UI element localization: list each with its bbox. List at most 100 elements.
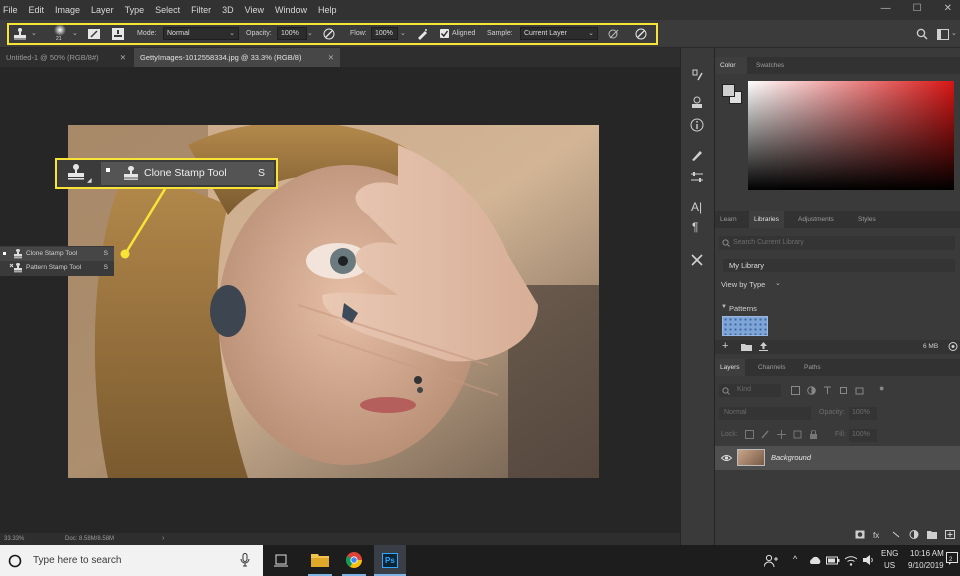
paragraph-icon[interactable]: ¶ <box>692 220 698 234</box>
language-indicator-bottom[interactable]: US <box>884 561 895 570</box>
menu-edit[interactable]: Edit <box>29 5 45 15</box>
menu-layer[interactable]: Layer <box>91 5 114 15</box>
foreground-background-swatch[interactable] <box>722 84 744 106</box>
clock-time[interactable]: 10:16 AM <box>910 549 944 558</box>
chrome-taskbar-button[interactable] <box>338 545 370 576</box>
menu-file[interactable]: File <box>3 5 18 15</box>
tab-color[interactable]: Color <box>715 57 747 74</box>
language-indicator-top[interactable]: ENG <box>881 549 898 558</box>
flyout-item-clone-stamp[interactable]: Clone Stamp Tool S <box>0 247 114 261</box>
tab-styles[interactable]: Styles <box>853 211 881 228</box>
wifi-icon <box>844 556 858 566</box>
clock-date[interactable]: 9/10/2019 <box>908 561 944 570</box>
doc-size: Doc: 8.58M/8.58M <box>65 536 115 542</box>
character-icon[interactable]: A| <box>691 200 702 214</box>
library-select[interactable]: My Library <box>723 259 955 272</box>
menu-3d[interactable]: 3D <box>222 5 234 15</box>
clone-stamp-icon <box>14 249 22 259</box>
fx-icon: fx <box>873 531 879 539</box>
minimize-button[interactable]: — <box>881 3 891 14</box>
file-explorer-taskbar-button[interactable] <box>304 545 336 576</box>
tab-libraries[interactable]: Libraries <box>749 211 784 228</box>
color-picker-field[interactable] <box>748 81 954 190</box>
new-group-icon <box>927 531 937 539</box>
close-icon[interactable]: ✕ <box>328 53 334 62</box>
disclosure-triangle-icon[interactable]: ▼ <box>721 304 727 310</box>
tab-adjustments[interactable]: Adjustments <box>793 211 839 228</box>
view-by-select[interactable]: View by Type <box>721 280 765 289</box>
add-icon[interactable]: + <box>722 340 728 352</box>
pattern-thumbnail[interactable] <box>722 316 768 336</box>
close-window-button[interactable]: ✕ <box>944 3 952 14</box>
blend-mode-value: Normal <box>724 409 747 416</box>
shape-layer-filter-icon <box>840 387 847 394</box>
library-search-input[interactable]: Search Current Library <box>719 236 955 250</box>
tab-swatches[interactable]: Swatches <box>751 57 789 74</box>
chevron-down-icon[interactable]: ⌄ <box>775 279 781 287</box>
info-icon[interactable] <box>690 118 704 132</box>
flyout-item-pattern-stamp[interactable]: Pattern Stamp Tool S <box>0 261 114 275</box>
clone-stamp-icon <box>123 166 139 181</box>
tab-paths[interactable]: Paths <box>799 359 826 376</box>
brush-icon[interactable] <box>690 148 704 162</box>
zoom-level[interactable]: 33.33% <box>4 536 24 542</box>
taskbar-search-box[interactable]: Type here to search <box>0 545 263 576</box>
fill-input[interactable]: 100% <box>849 429 877 442</box>
taskbar-search-placeholder: Type here to search <box>33 555 122 566</box>
tab-gettyimages[interactable]: GettyImages-1012558334.jpg @ 33.3% (RGB/… <box>134 48 340 67</box>
layer-filter-kind[interactable]: Kind <box>719 384 781 397</box>
smart-object-filter-icon <box>855 387 864 395</box>
lock-label: Lock: <box>721 431 738 438</box>
close-icon[interactable]: ✕ <box>120 53 126 62</box>
tab-label: GettyImages-1012558334.jpg @ 33.3% (RGB/… <box>140 53 302 62</box>
link-layers-icon <box>892 531 900 538</box>
brush-settings-icon[interactable] <box>690 170 704 184</box>
menu-bar: File Edit Image Layer Type Select Filter… <box>0 0 960 20</box>
maximize-button[interactable]: ☐ <box>913 3 922 14</box>
search-button[interactable] <box>914 27 930 41</box>
menu-image[interactable]: Image <box>55 5 80 15</box>
task-view-button[interactable] <box>264 545 298 576</box>
library-footer: + 6 MB <box>715 340 960 354</box>
clone-source-icon[interactable] <box>690 96 704 110</box>
pixel-layer-filter-icon <box>791 386 800 395</box>
library-size: 6 MB <box>923 343 939 350</box>
menu-type[interactable]: Type <box>125 5 145 15</box>
blend-mode-select[interactable]: Normal <box>719 407 811 420</box>
filter-toggle-icon[interactable]: ● <box>879 383 884 393</box>
callout-menu-row: Clone Stamp Tool S <box>101 162 274 185</box>
menu-window[interactable]: Window <box>275 5 307 15</box>
chevron-down-icon[interactable]: ⌄ <box>951 29 957 37</box>
chevron-right-icon[interactable]: › <box>162 535 164 542</box>
lock-all-icon <box>810 430 817 439</box>
libraries-panel-tabs: Learn Libraries Adjustments Styles <box>715 211 960 228</box>
workspace-button[interactable] <box>935 27 951 41</box>
color-panel-tabs: Color Swatches <box>715 57 960 74</box>
task-view-icon <box>274 554 288 567</box>
pattern-stamp-icon <box>9 263 22 273</box>
tab-untitled-1[interactable]: Untitled-1 @ 50% (RGB/8#) ✕ <box>0 48 132 67</box>
search-icon <box>916 28 928 40</box>
tab-learn[interactable]: Learn <box>715 211 742 228</box>
layer-opacity-input[interactable]: 100% <box>849 407 877 420</box>
lock-transparent-pixels-icon <box>745 430 754 439</box>
lock-icons <box>745 430 818 439</box>
new-adjustment-layer-icon <box>909 530 919 539</box>
layer-opacity-value: 100% <box>852 409 870 416</box>
history-brush-icon[interactable] <box>690 68 704 82</box>
flyout-shortcut: S <box>103 250 108 257</box>
layer-row-background[interactable]: Background <box>715 446 960 470</box>
folder-icon <box>741 344 752 351</box>
menu-select[interactable]: Select <box>155 5 180 15</box>
photoshop-taskbar-button[interactable]: Ps <box>374 545 406 576</box>
action-center-button[interactable]: 2 <box>946 552 958 565</box>
menu-help[interactable]: Help <box>318 5 337 15</box>
tab-layers[interactable]: Layers <box>715 359 745 376</box>
tools-icon[interactable] <box>690 253 704 267</box>
document-tab-bar: Untitled-1 @ 50% (RGB/8#) ✕ GettyImages-… <box>0 48 680 67</box>
menu-view[interactable]: View <box>245 5 264 15</box>
layer-filter-icons <box>791 386 864 395</box>
menu-filter[interactable]: Filter <box>191 5 211 15</box>
tab-channels[interactable]: Channels <box>753 359 790 376</box>
chevron-up-icon[interactable]: ^ <box>793 554 797 564</box>
